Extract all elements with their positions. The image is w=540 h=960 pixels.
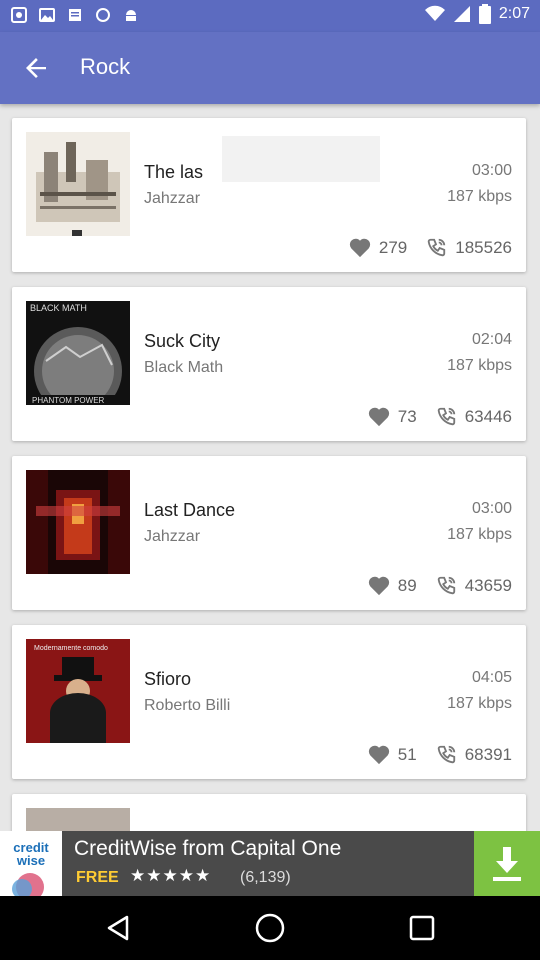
cover-text-top: BLACK MATH xyxy=(30,303,87,313)
notification-app-icon xyxy=(11,7,27,23)
nav-home-button[interactable] xyxy=(252,910,288,946)
play-count-icon xyxy=(437,576,455,595)
ad-title: CreditWise from Capital One xyxy=(74,837,342,860)
plays-count: 43659 xyxy=(464,576,512,595)
song-title: Suck City xyxy=(144,331,221,351)
notification-dot-icon xyxy=(96,8,110,22)
song-bitrate: 187 kbps xyxy=(447,695,512,712)
recents-square-icon xyxy=(409,915,435,941)
song-bitrate: 187 kbps xyxy=(447,526,512,543)
download-icon xyxy=(493,846,521,881)
ad-rating-stars: ★★★★★ xyxy=(130,866,212,885)
ad-banner[interactable]: credit wise CreditWise from Capital One … xyxy=(0,831,540,901)
likes-count: 279 xyxy=(378,238,408,257)
notification-android-icon xyxy=(126,10,136,21)
play-count-icon xyxy=(437,745,455,764)
likes-count: 89 xyxy=(397,576,417,595)
page-title: Rock xyxy=(80,54,131,79)
song-card[interactable]: Modernamente comodo Sfioro Roberto Billi… xyxy=(12,625,526,779)
arrow-back-icon xyxy=(26,58,46,78)
ad-free-label: FREE xyxy=(76,869,119,886)
song-title: The las xyxy=(144,162,204,182)
ad-rating-count: (6,139) xyxy=(240,869,291,886)
song-artist: Roberto Billi xyxy=(144,697,231,714)
system-nav-bar xyxy=(0,896,540,960)
home-circle-icon xyxy=(255,913,285,943)
heart-icon[interactable] xyxy=(349,238,371,258)
song-artist: Jahzzar xyxy=(144,528,201,545)
cover-text-bottom: PHANTOM POWER xyxy=(32,396,105,405)
play-count-icon xyxy=(437,407,455,426)
cover-factory xyxy=(26,132,130,236)
likes-count: 73 xyxy=(397,407,417,426)
app-bar: Rock xyxy=(0,32,540,104)
title-overlay xyxy=(222,136,380,182)
song-bitrate: 187 kbps xyxy=(447,357,512,374)
back-triangle-icon xyxy=(107,915,129,941)
song-artist: Jahzzar xyxy=(144,190,201,207)
play-count-icon xyxy=(428,238,446,257)
signal-icon xyxy=(453,6,470,22)
song-card[interactable]: Last Dance Jahzzar 03:00 187 kbps 89 436… xyxy=(12,456,526,610)
creditwise-logo: credit wise xyxy=(0,831,62,901)
song-card[interactable]: BLACK MATH PHANTOM POWER Suck City Black… xyxy=(12,287,526,441)
song-stats: 279 185526 xyxy=(349,237,512,259)
nav-recents-button[interactable] xyxy=(404,910,440,946)
back-button[interactable] xyxy=(16,48,56,88)
cover-text-top: Modernamente comodo xyxy=(34,645,108,652)
song-stats: 89 43659 xyxy=(368,575,512,597)
heart-icon[interactable] xyxy=(368,576,390,596)
plays-count: 63446 xyxy=(464,407,512,426)
song-duration: 03:00 xyxy=(471,162,512,179)
song-stats: 73 63446 xyxy=(368,406,512,428)
song-duration: 02:04 xyxy=(471,331,512,348)
notification-gallery-icon xyxy=(39,8,55,22)
battery-icon xyxy=(478,4,491,24)
song-duration: 04:05 xyxy=(471,669,512,686)
creditwise-logo-text: credit wise xyxy=(13,840,49,868)
ad-download-button[interactable] xyxy=(474,831,540,896)
song-artist: Black Math xyxy=(144,359,224,376)
status-icons: 2:07 xyxy=(424,4,530,24)
wifi-icon xyxy=(424,5,445,21)
song-title: Sfioro xyxy=(144,669,192,689)
status-time: 2:07 xyxy=(498,5,530,22)
cover-man-hat: Modernamente comodo xyxy=(26,639,130,743)
notification-text-icon xyxy=(69,9,81,21)
notification-icons xyxy=(10,6,140,24)
plays-count: 185526 xyxy=(455,238,512,257)
song-bitrate: 187 kbps xyxy=(447,188,512,205)
song-card[interactable]: The las Jahzzar 03:00 187 kbps 279 18552… xyxy=(12,118,526,272)
nav-back-button[interactable] xyxy=(100,910,136,946)
likes-count: 51 xyxy=(397,745,417,764)
song-title: Last Dance xyxy=(144,500,236,520)
status-bar: 2:07 xyxy=(0,0,540,32)
heart-icon[interactable] xyxy=(368,407,390,427)
plays-count: 68391 xyxy=(464,745,512,764)
cover-black-math: BLACK MATH PHANTOM POWER xyxy=(26,301,130,405)
song-duration: 03:00 xyxy=(471,500,512,517)
heart-icon[interactable] xyxy=(368,745,390,765)
cover-red-room xyxy=(26,470,130,574)
song-stats: 51 68391 xyxy=(368,744,512,766)
